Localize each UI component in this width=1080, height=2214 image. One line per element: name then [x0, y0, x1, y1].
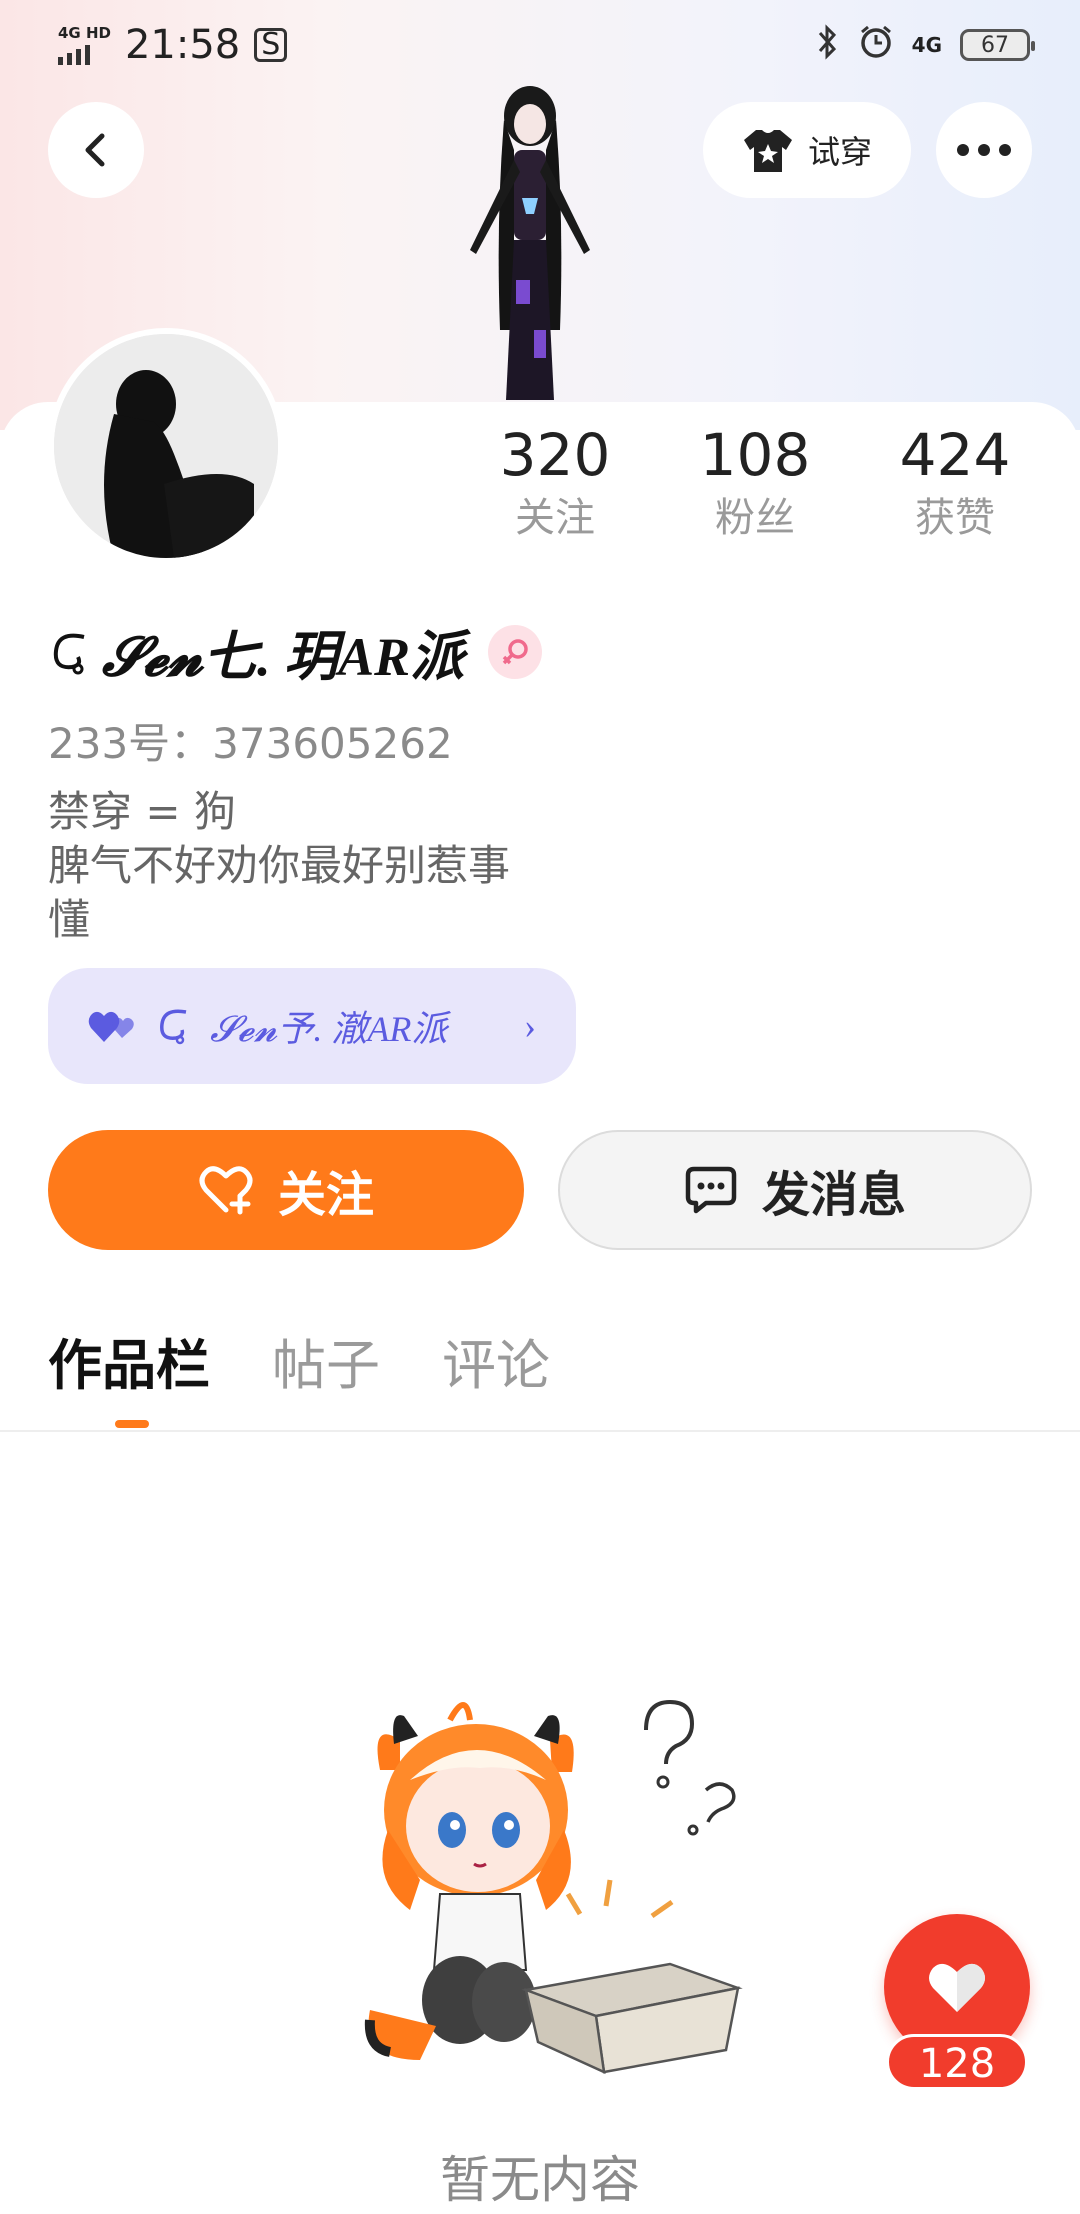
stat-followers[interactable]: 108 粉丝 [670, 420, 840, 546]
partner-name: 𝓢𝓮𝓷予. 澈AR派 [210, 1009, 448, 1049]
profile-stats: 320 关注 108 粉丝 424 获赞 [470, 420, 1040, 546]
female-gender-icon [488, 624, 543, 679]
empty-state-text: 暂无内容 [440, 2151, 640, 2209]
username: 𝓢𝓮𝓷七. 玥AR派 [48, 612, 543, 691]
flourish-icon [160, 1009, 187, 1045]
bluetooth-icon [816, 23, 840, 67]
message-label: 发消息 [761, 1167, 906, 1223]
user-id: 233号：373605262 [48, 719, 453, 768]
avatar-3d-figure [470, 86, 590, 400]
stat-likes[interactable]: 424 获赞 [870, 420, 1040, 546]
stat-following[interactable]: 320 关注 [470, 420, 640, 546]
avatar[interactable] [48, 328, 284, 564]
bio-line: 脾气不好劝你最好别惹事 [48, 841, 511, 890]
signal-icon: 4G HD [58, 25, 111, 65]
back-button[interactable] [48, 102, 144, 198]
chevron-left-icon [85, 133, 105, 167]
screenshot-icon: S [254, 28, 288, 62]
content-tabs: 作品栏 帖子 评论 [48, 1330, 550, 1402]
message-button[interactable]: 发消息 [558, 1130, 1032, 1250]
avatar-silhouette-image [54, 334, 278, 558]
chevron-right-icon: › [524, 1006, 536, 1046]
alarm-icon [858, 24, 894, 67]
more-button[interactable] [936, 102, 1032, 198]
tshirt-icon [743, 130, 792, 172]
tab-works[interactable]: 作品栏 [48, 1330, 210, 1402]
more-dots-icon [957, 144, 1011, 156]
follow-button[interactable]: 关注 [48, 1130, 524, 1250]
tabs-divider [0, 1430, 1080, 1432]
try-on-button[interactable]: 试穿 [703, 102, 911, 198]
status-time: 21:58 [124, 22, 241, 68]
bio-line: 禁穿 = 狗 [48, 787, 236, 836]
partner-link[interactable]: 𝓢𝓮𝓷予. 澈AR派 › [48, 968, 576, 1084]
hearts-icon [88, 1011, 134, 1042]
active-tab-indicator [115, 1420, 149, 1428]
username-text: 𝓢𝓮𝓷七. 玥AR派 [102, 627, 465, 687]
status-bar: 4G HD 21:58 S 4G 67 [0, 0, 1080, 90]
battery-icon: 67 [960, 29, 1035, 61]
bio: 禁穿 = 狗 脾气不好劝你最好别惹事 懂 [48, 785, 510, 947]
bio-line: 懂 [48, 895, 91, 944]
follow-label: 关注 [277, 1167, 374, 1223]
empty-state-illustration [364, 1699, 743, 2075]
heart-icon [929, 1963, 985, 2012]
mobile-data-icon: 4G [911, 33, 942, 57]
tab-posts[interactable]: 帖子 [272, 1330, 380, 1402]
chat-icon [685, 1166, 737, 1214]
flourish-icon [53, 633, 85, 674]
heart-add-icon [199, 1166, 253, 1215]
like-count: 128 [886, 2034, 1028, 2090]
try-on-label: 试穿 [807, 133, 872, 171]
tab-comments[interactable]: 评论 [442, 1330, 550, 1402]
